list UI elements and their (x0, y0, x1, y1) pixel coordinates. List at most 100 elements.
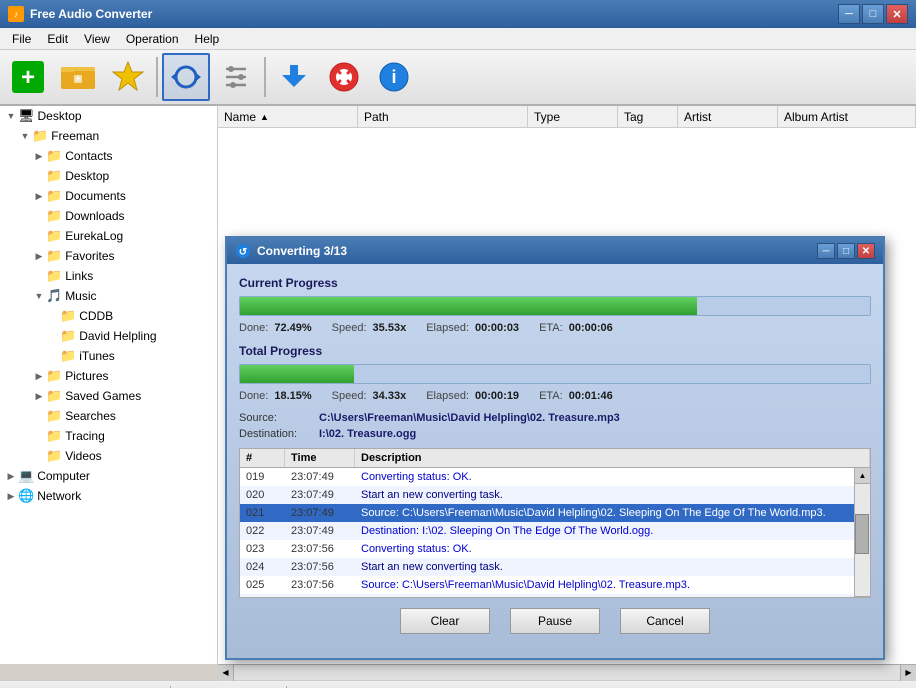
elapsed-label-1: Elapsed: (426, 322, 469, 334)
col-header-name[interactable]: Name ▲ (218, 106, 358, 127)
elapsed-value-2: 00:00:19 (475, 390, 519, 402)
eta-label-2: ETA: (539, 390, 563, 402)
log-col-num-header: # (240, 449, 285, 467)
converting-dialog: ↺ Converting 3/13 ─ □ ✕ Current Progress… (225, 236, 885, 660)
sidebar-item-music[interactable]: ▼ 🎵 Music (0, 286, 217, 306)
done-label-1: Done: (239, 322, 268, 334)
menu-edit[interactable]: Edit (39, 30, 76, 48)
current-progress-stats: Done: 72.49% Speed: 35.53x Elapsed: 00:0… (239, 322, 871, 334)
total-progress-label: Total Progress (239, 344, 871, 358)
destination-row: Destination: I:\02. Treasure.ogg (239, 428, 871, 440)
sidebar-item-downloads[interactable]: 📁 Downloads (0, 206, 217, 226)
sidebar-item-david-helpling[interactable]: 📁 David Helpling (0, 326, 217, 346)
sidebar-item-favorites[interactable]: ▶ 📁 Favorites (0, 246, 217, 266)
download-button[interactable] (270, 53, 318, 101)
main-content: ▼ 🖥 Desktop ▼ 📁 Freeman ▶ 📁 Contacts 📁 D… (0, 106, 916, 664)
log-row[interactable]: 023 23:07:56 Converting status: OK. (240, 540, 854, 558)
done-label-2: Done: (239, 390, 268, 402)
log-row[interactable]: 021 23:07:49 Source: C:\Users\Freeman\Mu… (240, 504, 854, 522)
settings-button[interactable] (212, 53, 260, 101)
destination-value: I:\02. Treasure.ogg (319, 428, 416, 440)
sidebar-item-documents[interactable]: ▶ 📁 Documents (0, 186, 217, 206)
sidebar-item-itunes[interactable]: 📁 iTunes (0, 346, 217, 366)
source-value: C:\Users\Freeman\Music\David Helpling\02… (319, 412, 620, 424)
source-label: Source: (239, 412, 319, 424)
scroll-thumb[interactable] (855, 514, 869, 554)
dialog-maximize-button[interactable]: □ (837, 243, 855, 259)
sidebar-item-desktop[interactable]: ▼ 🖥 Desktop (0, 106, 217, 126)
col-header-path[interactable]: Path (358, 106, 528, 127)
log-row[interactable]: 026 23:07:56 Destination: I:\02. Treasur… (240, 594, 854, 598)
sidebar-item-tracing[interactable]: 📁 Tracing (0, 426, 217, 446)
sidebar: ▼ 🖥 Desktop ▼ 📁 Freeman ▶ 📁 Contacts 📁 D… (0, 106, 218, 664)
total-progress-bar-bg (239, 364, 871, 384)
col-header-type[interactable]: Type (528, 106, 618, 127)
menu-view[interactable]: View (76, 30, 118, 48)
scroll-down-arrow[interactable]: ▼ (855, 596, 870, 598)
dialog-title-bar: ↺ Converting 3/13 ─ □ ✕ (227, 238, 883, 264)
scroll-up-arrow[interactable]: ▲ (855, 468, 870, 484)
horizontal-scrollbar[interactable]: ◀ ▶ (218, 664, 916, 680)
title-bar: ♪ Free Audio Converter ─ □ ✕ (0, 0, 916, 28)
sidebar-item-computer[interactable]: ▶ 💻 Computer (0, 466, 217, 486)
log-row[interactable]: 025 23:07:56 Source: C:\Users\Freeman\Mu… (240, 576, 854, 594)
menu-help[interactable]: Help (187, 30, 228, 48)
convert-button[interactable] (162, 53, 210, 101)
status-bar: 13 file(s) 164.79 MB 01:11:58 No file se… (0, 680, 916, 688)
speed-label-2: Speed: (332, 390, 367, 402)
sidebar-item-freeman[interactable]: ▼ 📁 Freeman (0, 126, 217, 146)
info-button[interactable]: i (370, 53, 418, 101)
sidebar-item-contacts[interactable]: ▶ 📁 Contacts (0, 146, 217, 166)
close-button[interactable]: ✕ (886, 4, 908, 24)
add-to-list-button[interactable] (104, 53, 152, 101)
total-progress-stats: Done: 18.15% Speed: 34.33x Elapsed: 00:0… (239, 390, 871, 402)
current-progress-bar-bg (239, 296, 871, 316)
minimize-button[interactable]: ─ (838, 4, 860, 24)
current-progress-bar-fill (240, 297, 697, 315)
log-row[interactable]: 020 23:07:49 Start an new converting tas… (240, 486, 854, 504)
sidebar-item-desktop2[interactable]: 📁 Desktop (0, 166, 217, 186)
dialog-minimize-button[interactable]: ─ (817, 243, 835, 259)
add-file-button[interactable]: + (4, 53, 52, 101)
svg-text:i: i (391, 67, 396, 87)
col-header-artist[interactable]: Artist (678, 106, 778, 127)
sidebar-item-network[interactable]: ▶ 🌐 Network (0, 486, 217, 506)
log-row[interactable]: 022 23:07:49 Destination: I:\02. Sleepin… (240, 522, 854, 540)
maximize-button[interactable]: □ (862, 4, 884, 24)
speed-label-1: Speed: (332, 322, 367, 334)
sidebar-item-saved-games[interactable]: ▶ 📁 Saved Games (0, 386, 217, 406)
dialog-title-text: Converting 3/13 (257, 244, 817, 258)
cancel-button[interactable]: Cancel (620, 608, 710, 634)
dialog-close-button[interactable]: ✕ (857, 243, 875, 259)
toolbar: + + i (0, 50, 916, 106)
add-folder-button[interactable]: + (54, 53, 102, 101)
app-window: ♪ Free Audio Converter ─ □ ✕ File Edit V… (0, 0, 916, 688)
destination-label: Destination: (239, 428, 319, 440)
menu-file[interactable]: File (4, 30, 39, 48)
pause-button[interactable]: Pause (510, 608, 600, 634)
col-header-album-artist[interactable]: Album Artist (778, 106, 916, 127)
done-value-1: 72.49% (274, 322, 311, 334)
sidebar-item-links[interactable]: 📁 Links (0, 266, 217, 286)
col-header-tag[interactable]: Tag (618, 106, 678, 127)
sidebar-item-videos[interactable]: 📁 Videos (0, 446, 217, 466)
eta-value-1: 00:00:06 (569, 322, 613, 334)
log-scrollbar[interactable]: ▲ ▼ (854, 468, 870, 598)
help-button[interactable] (320, 53, 368, 101)
sidebar-item-searches[interactable]: 📁 Searches (0, 406, 217, 426)
log-row[interactable]: 019 23:07:49 Converting status: OK. (240, 468, 854, 486)
scroll-right-arrow[interactable]: ▶ (900, 665, 916, 681)
eta-value-2: 00:01:46 (569, 390, 613, 402)
app-icon: ♪ (8, 6, 24, 22)
source-row: Source: C:\Users\Freeman\Music\David Hel… (239, 412, 871, 424)
sidebar-item-cddb[interactable]: 📁 CDDB (0, 306, 217, 326)
scroll-left-arrow[interactable]: ◀ (218, 665, 234, 681)
eta-label-1: ETA: (539, 322, 563, 334)
menu-bar: File Edit View Operation Help (0, 28, 916, 50)
clear-button[interactable]: Clear (400, 608, 490, 634)
menu-operation[interactable]: Operation (118, 30, 187, 48)
sidebar-item-pictures[interactable]: ▶ 📁 Pictures (0, 366, 217, 386)
log-row[interactable]: 024 23:07:56 Start an new converting tas… (240, 558, 854, 576)
sidebar-item-eurekalog[interactable]: 📁 EurekaLog (0, 226, 217, 246)
log-col-desc-header: Description (355, 449, 870, 467)
